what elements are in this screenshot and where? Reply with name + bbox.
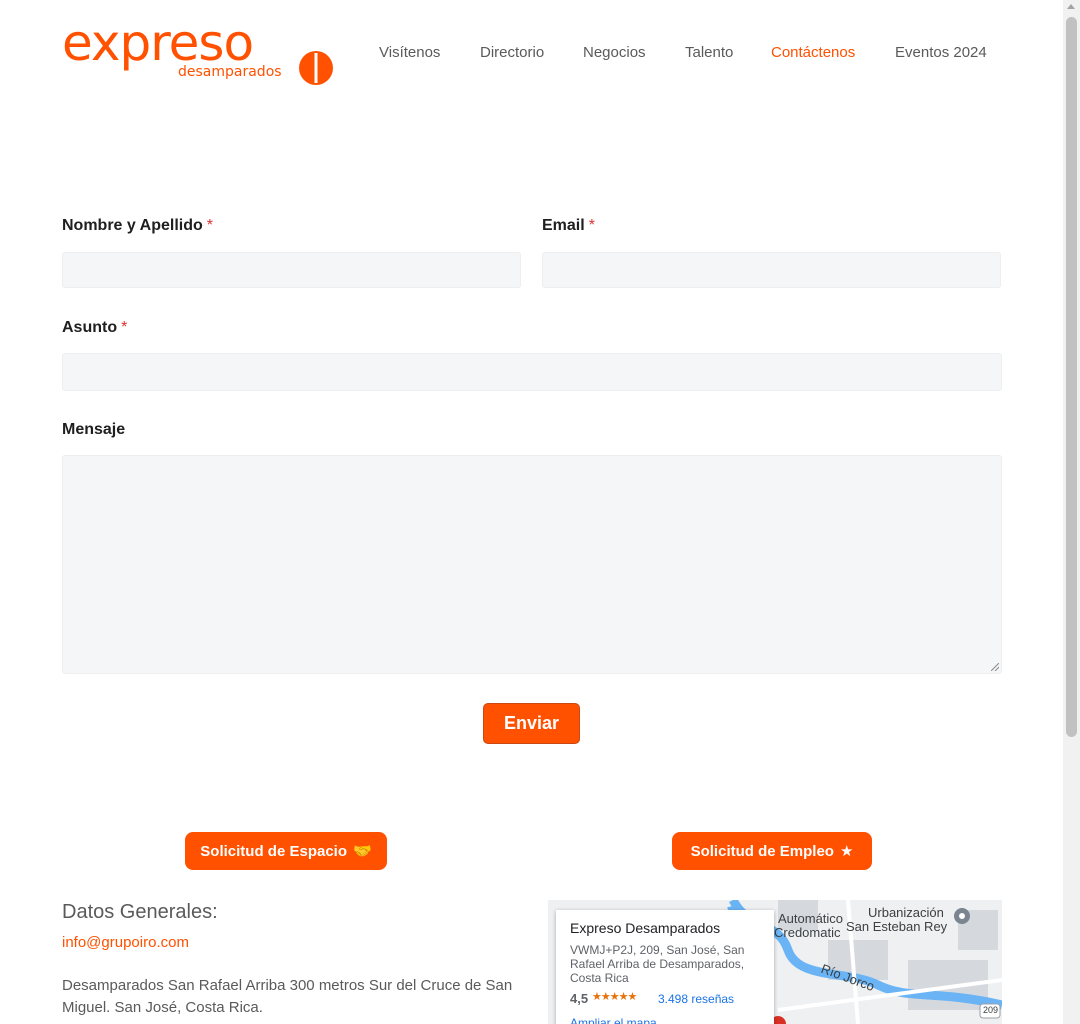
resize-grip-icon[interactable]: [991, 663, 999, 671]
email-label: Email *: [542, 217, 595, 235]
nav-item-visitenos[interactable]: Visítenos: [379, 44, 440, 61]
general-data-title: Datos Generales:: [62, 901, 218, 923]
logo-subtext: desamparados: [178, 64, 282, 80]
name-label-text: Nombre y Apellido: [62, 217, 203, 234]
message-textarea[interactable]: [62, 455, 1002, 674]
page-scrollbar[interactable]: [1063, 0, 1080, 1024]
nav-item-directorio[interactable]: Directorio: [480, 44, 544, 61]
name-label: Nombre y Apellido *: [62, 217, 213, 235]
contact-page: expreso desamparados Visítenos Directori…: [0, 0, 1063, 1024]
submit-button[interactable]: Enviar: [483, 703, 580, 744]
nav-item-negocios[interactable]: Negocios: [583, 44, 646, 61]
map-label-san-esteban: San Esteban Rey: [846, 919, 948, 934]
contact-email-link[interactable]: info@grupoiro.com: [62, 934, 189, 951]
main-nav: Visítenos Directorio Negocios Talento Co…: [0, 44, 1063, 64]
map-reviews-link[interactable]: 3.498 reseñas: [658, 992, 734, 1006]
map-label-credomatic: Credomatic: [774, 925, 841, 940]
map-route-badge: 209: [983, 1005, 999, 1015]
star-icon: ★: [839, 842, 854, 860]
map-place-card: Expreso Desamparados VWMJ+P2J, 209, San …: [556, 910, 774, 1024]
required-mark: *: [121, 319, 128, 336]
nav-item-talento[interactable]: Talento: [685, 44, 733, 61]
required-mark: *: [206, 217, 213, 234]
rating-stars-icon: ★★★★★: [592, 991, 637, 1003]
name-input[interactable]: [62, 252, 521, 288]
scrollbar-thumb[interactable]: [1066, 17, 1077, 737]
job-request-label: Solicitud de Empleo: [690, 842, 834, 860]
email-label-text: Email: [542, 217, 585, 234]
subject-input[interactable]: [62, 353, 1002, 391]
space-request-label: Solicitud de Espacio: [200, 842, 347, 860]
message-label: Mensaje: [62, 421, 126, 438]
nav-item-eventos-2024[interactable]: Eventos 2024: [895, 44, 987, 61]
space-request-button[interactable]: Solicitud de Espacio 🤝: [185, 832, 387, 870]
contact-address: Desamparados San Rafael Arriba 300 metro…: [62, 977, 513, 1016]
job-request-button[interactable]: Solicitud de Empleo ★: [672, 832, 872, 870]
location-map[interactable]: Automático Credomatic Urbanización San E…: [548, 900, 1002, 1024]
map-label-automatico: Automático: [778, 911, 844, 926]
map-place-address: VWMJ+P2J, 209, San José, San Rafael Arri…: [570, 943, 745, 985]
map-place-name: Expreso Desamparados: [570, 920, 721, 936]
subject-label-text: Asunto: [62, 319, 118, 336]
map-enlarge-link[interactable]: Ampliar el mapa: [570, 1016, 657, 1024]
map-rating: 4,5: [570, 991, 589, 1006]
map-label-urbanizacion: Urbanización: [868, 905, 944, 920]
handshake-icon: 🤝: [353, 842, 372, 860]
subject-label: Asunto *: [62, 319, 127, 337]
required-mark: *: [588, 217, 595, 234]
nav-item-contactenos[interactable]: Contáctenos: [771, 44, 855, 61]
email-input[interactable]: [542, 252, 1001, 288]
scroll-up-arrow-icon[interactable]: [1067, 4, 1075, 9]
